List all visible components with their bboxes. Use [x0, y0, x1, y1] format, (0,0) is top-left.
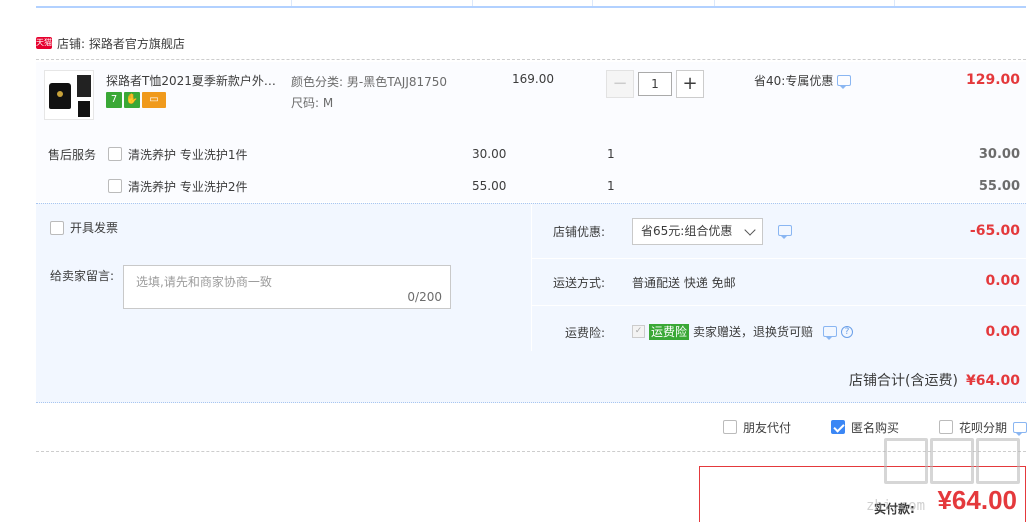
divider — [36, 451, 1026, 452]
chat-icon[interactable] — [823, 326, 838, 340]
order-item: 探路者T恤2021夏季新款户外男... 7 ✋ ▭ 颜色分类: 男-黑色TAJJ… — [36, 62, 1026, 202]
shop-discount-select[interactable]: 省65元:组合优惠 — [632, 218, 763, 245]
friend-pay-checkbox[interactable] — [723, 420, 737, 434]
service-name: 清洗养护 专业洗护2件 — [128, 179, 248, 194]
product-sku: 颜色分类: 男-黑色TAJJ81750 尺码: M — [291, 72, 447, 114]
service-total: 55.00 — [978, 178, 1020, 194]
insurance-checkbox: ✓ — [632, 325, 645, 338]
quantity-input[interactable]: 1 — [638, 72, 672, 96]
tshirt-icon — [77, 75, 91, 97]
shop-total-amount: ¥64.00 — [965, 373, 1020, 389]
huabei-option[interactable]: 花呗分期 — [939, 418, 1028, 436]
tmall-icon: 天猫 — [36, 37, 52, 49]
watermark-glyph — [930, 438, 974, 484]
shipping-label: 运送方式: — [552, 276, 605, 290]
chat-icon[interactable] — [1013, 421, 1028, 436]
message-char-count: 0/200 — [407, 290, 442, 304]
insurance-text: 卖家赠送，退换货可赔 — [693, 325, 814, 339]
anonymous-label: 匿名购买 — [851, 420, 900, 435]
tshirt-icon — [78, 101, 90, 117]
seven-day-return-icon: 7 — [106, 92, 122, 108]
header-divider — [291, 0, 292, 6]
huabei-label: 花呗分期 — [959, 420, 1008, 435]
service-checkbox[interactable] — [108, 179, 122, 193]
message-label: 给卖家留言: — [50, 269, 115, 283]
insurance-info: ✓ 运费险 卖家赠送，退换货可赔 ? — [632, 323, 854, 340]
shop-header: 天猫 店铺: 探路者官方旗舰店 — [36, 34, 185, 52]
anonymous-checkbox[interactable] — [831, 420, 845, 434]
decrement-button[interactable]: − — [606, 70, 634, 98]
shop-name-link[interactable]: 店铺: 探路者官方旗舰店 — [57, 35, 185, 52]
quantity-stepper: − 1 + — [606, 70, 704, 98]
insurance-amount: 0.00 — [985, 324, 1020, 340]
service-label: 售后服务 — [48, 147, 97, 162]
header-divider — [592, 0, 593, 6]
service-row: 清洗养护 专业洗护2件 55.00 1 55.00 — [48, 177, 1020, 195]
help-icon[interactable]: ? — [841, 325, 854, 338]
promotion-text: 省40:专属优惠 — [754, 74, 834, 88]
divider — [532, 258, 1027, 259]
extras-right: 店铺优惠: 省65元:组合优惠 -65.00 运送方式: 普通配送 快递 免邮 … — [531, 204, 1027, 351]
header-divider — [714, 0, 715, 6]
service-name: 清洗养护 专业洗护1件 — [128, 147, 248, 162]
service-total: 30.00 — [978, 146, 1020, 162]
huabei-checkbox[interactable] — [939, 420, 953, 434]
message-placeholder: 选填,请先和商家协商一致 — [136, 275, 272, 289]
friend-pay-label: 朋友代付 — [743, 420, 792, 435]
product-thumbnail[interactable] — [44, 70, 94, 120]
service-qty: 1 — [607, 179, 615, 193]
insurance-tag: 运费险 — [649, 323, 690, 340]
service-qty: 1 — [607, 147, 615, 161]
sku-size: 尺码: M — [291, 96, 334, 110]
insurance-label: 运费险: — [564, 326, 605, 340]
shipping-amount: 0.00 — [985, 273, 1020, 289]
chat-icon[interactable] — [837, 75, 852, 89]
shop-discount-label: 店铺优惠: — [552, 225, 605, 239]
watermark-glyph — [976, 438, 1020, 484]
chevron-down-icon — [744, 224, 756, 236]
header-divider — [894, 0, 895, 6]
shop-total: 店铺合计(含运费) ¥64.00 — [849, 370, 1020, 390]
seller-message-input[interactable]: 选填,请先和商家协商一致 0/200 — [123, 265, 451, 309]
divider — [532, 305, 1027, 306]
watermark-glyph — [884, 438, 928, 484]
table-header-strip — [36, 0, 1026, 8]
shop-total-label: 店铺合计(含运费) — [849, 373, 958, 389]
header-divider — [472, 0, 473, 6]
service-price: 30.00 — [472, 147, 507, 161]
increment-button[interactable]: + — [676, 70, 704, 98]
invoice-checkbox[interactable] — [50, 220, 64, 235]
order-extras: 开具发票 给卖家留言: 选填,请先和商家协商一致 0/200 店铺优惠: 省65… — [36, 203, 1027, 403]
service-checkbox[interactable] — [108, 147, 122, 161]
promotion: 省40:专属优惠 — [754, 72, 852, 89]
tshirt-icon — [49, 83, 71, 109]
product-title-link[interactable]: 探路者T恤2021夏季新款户外男... — [106, 72, 286, 89]
chat-icon[interactable] — [778, 225, 792, 239]
invoice-label: 开具发票 — [70, 221, 119, 235]
shipping-method: 普通配送 快递 免邮 — [632, 276, 736, 290]
sku-color: 颜色分类: 男-黑色TAJJ81750 — [291, 75, 448, 89]
guarantee-icon: ✋ — [124, 92, 140, 108]
credit-card-icon: ▭ — [142, 92, 166, 108]
anonymous-option[interactable]: 匿名购买 — [831, 418, 899, 436]
friend-pay-option[interactable]: 朋友代付 — [723, 418, 791, 436]
service-price: 55.00 — [472, 179, 507, 193]
product-badges: 7 ✋ ▭ — [106, 92, 166, 108]
item-subtotal: 129.00 — [965, 72, 1020, 88]
invoice-option[interactable]: 开具发票 — [50, 219, 118, 236]
shop-discount-amount: -65.00 — [969, 223, 1020, 239]
watermark-text: zhi.com — [866, 498, 926, 514]
service-row: 售后服务 清洗养护 专业洗护1件 30.00 1 30.00 — [48, 145, 1020, 163]
divider — [36, 59, 1026, 60]
extras-left: 开具发票 给卖家留言: 选填,请先和商家协商一致 0/200 — [36, 204, 530, 351]
unit-price: 169.00 — [512, 72, 554, 86]
watermark-logo — [884, 438, 1026, 490]
shop-discount-value: 省65元:组合优惠 — [641, 224, 733, 238]
